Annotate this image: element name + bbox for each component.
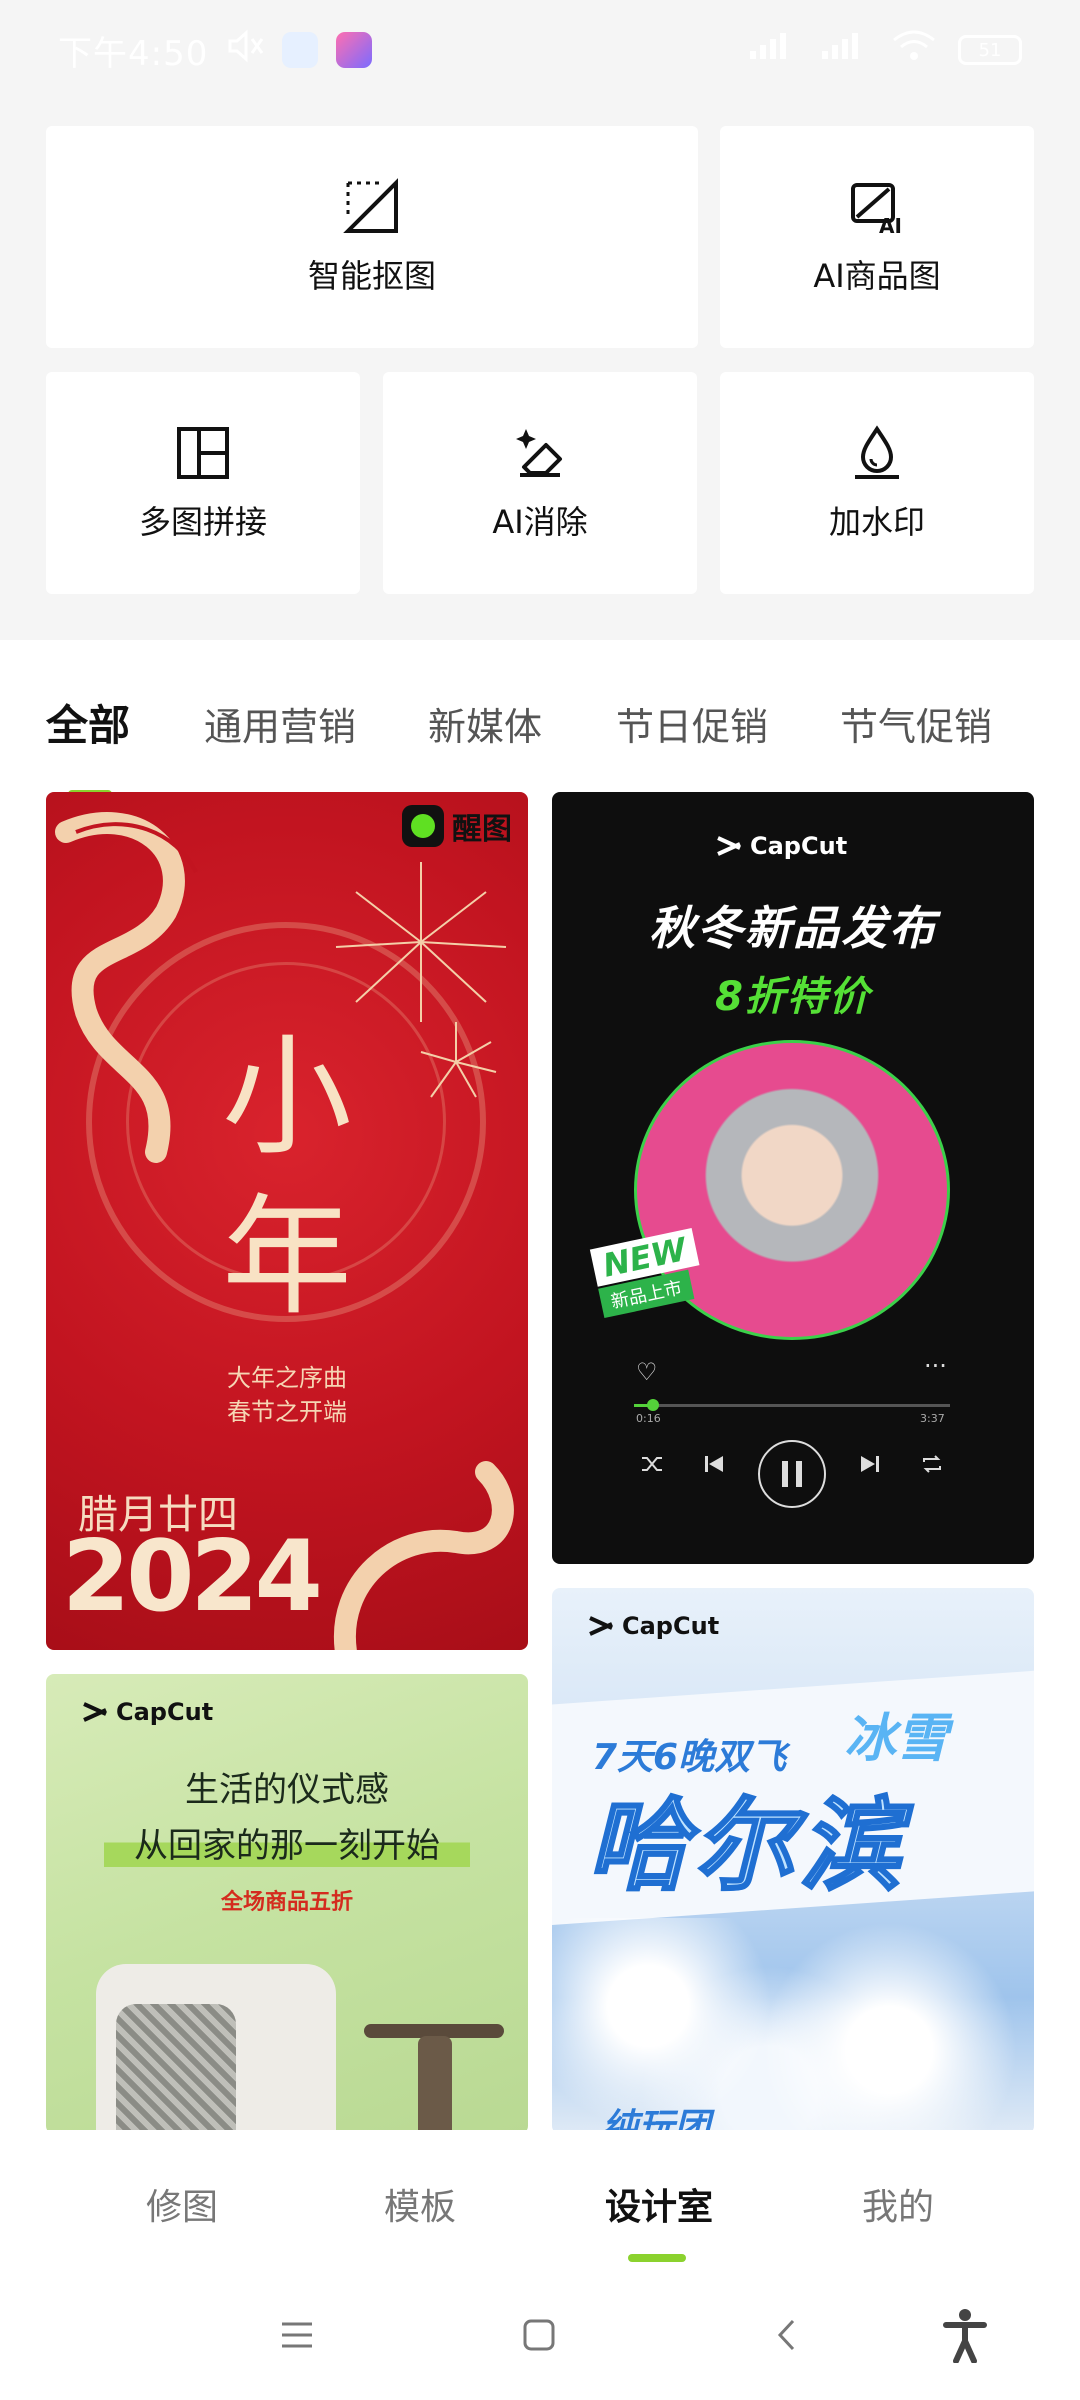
nav-retouch[interactable]: 修图 [146, 2178, 218, 2230]
tool-smart-cutout[interactable]: 智能抠图 [46, 126, 698, 348]
brand-text: CapCut [750, 832, 848, 860]
ai-product-image-icon: AI [847, 177, 907, 238]
poster-subtitle: 春节之开端 [227, 1398, 347, 1426]
nav-me[interactable]: 我的 [862, 2178, 934, 2230]
collage-icon [173, 423, 233, 483]
signal-icon [820, 30, 870, 70]
tool-watermark[interactable]: 加水印 [720, 372, 1034, 594]
new-badge: NEW 新品上市 [589, 1227, 706, 1319]
dragon-decoration [333, 1461, 514, 1650]
wifi-icon [892, 30, 936, 71]
template-card-home-ritual[interactable]: CapCut 生活的仪式感 从回家的那一刻开始 全场商品五折 [46, 1674, 528, 2130]
tab-all[interactable]: 全部 [46, 692, 130, 753]
signal-icon [748, 30, 798, 70]
side-table-image [418, 2036, 452, 2130]
previous-icon [702, 1452, 726, 1480]
tab-new-media[interactable]: 新媒体 [428, 696, 542, 751]
time-end: 3:37 [920, 1412, 945, 1425]
time-start: 0:16 [636, 1412, 661, 1425]
pause-icon [758, 1440, 826, 1508]
status-time: 下午4:50 [58, 33, 209, 74]
heart-icon: ♡ [636, 1358, 658, 1386]
poster-subtitle: 大年之序曲 [227, 1364, 347, 1392]
accessibility-icon[interactable] [940, 2309, 990, 2363]
tool-label: 加水印 [828, 503, 925, 541]
tool-ai-eraser[interactable]: AI消除 [383, 372, 697, 594]
nav-templates[interactable]: 模板 [384, 2178, 456, 2230]
poster-title: 生活的仪式感 [185, 1770, 389, 1810]
status-bar: 下午4:50 51 [0, 0, 1080, 100]
tab-holiday-promo[interactable]: 节日促销 [616, 696, 768, 751]
tool-ai-product-image[interactable]: AI AI商品图 [720, 126, 1034, 348]
tab-general-marketing[interactable]: 通用营销 [204, 696, 356, 751]
poster-subtitle: 8折特价 [715, 974, 871, 1020]
poster-title: 从回家的那一刻开始 [104, 1818, 470, 1867]
menu-icon[interactable] [272, 2310, 322, 2360]
app-icon [282, 32, 319, 68]
system-nav-bar [0, 2270, 1080, 2400]
capcut-logo: CapCut [716, 832, 847, 860]
capcut-logo-icon [83, 1702, 107, 1722]
template-card-autumn-winter[interactable]: CapCut 秋冬新品发布 8折特价 NEW 新品上市 ♡ ··· 0:16 3… [552, 792, 1034, 1564]
tool-label: AI商品图 [813, 257, 941, 295]
logo-text: 醒图 [452, 812, 512, 847]
watermark-icon [847, 423, 907, 483]
app-icon [336, 32, 373, 68]
nav-indicator [628, 2254, 686, 2262]
poster-promo: 全场商品五折 [220, 1889, 353, 1915]
repeat-icon [920, 1452, 944, 1480]
back-icon[interactable] [762, 2310, 812, 2360]
capcut-logo-icon [717, 836, 741, 856]
xingtu-logo-icon [402, 805, 444, 847]
tool-label: AI消除 [492, 503, 588, 541]
template-card-harbin[interactable]: CapCut 7天6晚双飞 冰雪 哈尔滨 纯玩团 [552, 1588, 1034, 2130]
poster-title: 秋冬新品发布 [649, 901, 937, 955]
brand-text: CapCut [622, 1612, 720, 1640]
bottom-nav: 修图 模板 设计室 我的 [0, 2130, 1080, 2270]
next-icon [858, 1452, 882, 1480]
poster-year: 2024 [62, 1520, 323, 1634]
smart-cutout-icon [342, 177, 402, 237]
brand-text: CapCut [116, 1698, 214, 1726]
more-icon: ··· [924, 1352, 947, 1380]
progress-knob [646, 1399, 659, 1411]
ai-eraser-icon [510, 423, 570, 483]
capcut-logo: CapCut [588, 1612, 719, 1640]
template-feed: 醒图 小 年 大年之序曲 春节之开端 腊月廿四 2024 CapCut 秋冬新品… [0, 790, 1080, 2130]
tool-collage[interactable]: 多图拼接 [46, 372, 360, 594]
tool-label: 多图拼接 [138, 503, 267, 541]
template-card-xiaonian[interactable]: 醒图 小 年 大年之序曲 春节之开端 腊月廿四 2024 [46, 792, 528, 1650]
category-tabs: 全部 通用营销 新媒体 节日促销 节气促销 [0, 680, 1080, 798]
template-logo: 醒图 [402, 804, 512, 848]
tools-grid: 智能抠图 AI AI商品图 多图拼接 AI消除 加水印 [0, 100, 1080, 640]
svg-text:AI: AI [879, 214, 902, 237]
cushion-image [116, 2004, 236, 2130]
shuffle-icon [640, 1452, 664, 1480]
tab-solar-term-promo[interactable]: 节气促销 [840, 696, 992, 751]
nav-design-studio[interactable]: 设计室 [605, 2178, 713, 2230]
template-content: 全部 通用营销 新媒体 节日促销 节气促销 醒图 小 年 大年之序曲 春节之开端… [0, 640, 1080, 2130]
home-icon[interactable] [514, 2310, 564, 2360]
tool-label: 智能抠图 [307, 257, 436, 295]
capcut-logo-icon [589, 1616, 613, 1636]
poster-big-char: 年 [221, 1181, 352, 1333]
mute-icon [226, 29, 264, 72]
poster-footer: 纯玩团 [602, 2107, 711, 2130]
battery-icon: 51 [958, 35, 1022, 65]
poster-subtitle: 冰雪 [844, 1709, 949, 1769]
progress-bar [634, 1399, 950, 1411]
poster-title: 哈尔滨 [587, 1786, 906, 1906]
capcut-logo: CapCut [82, 1698, 213, 1726]
